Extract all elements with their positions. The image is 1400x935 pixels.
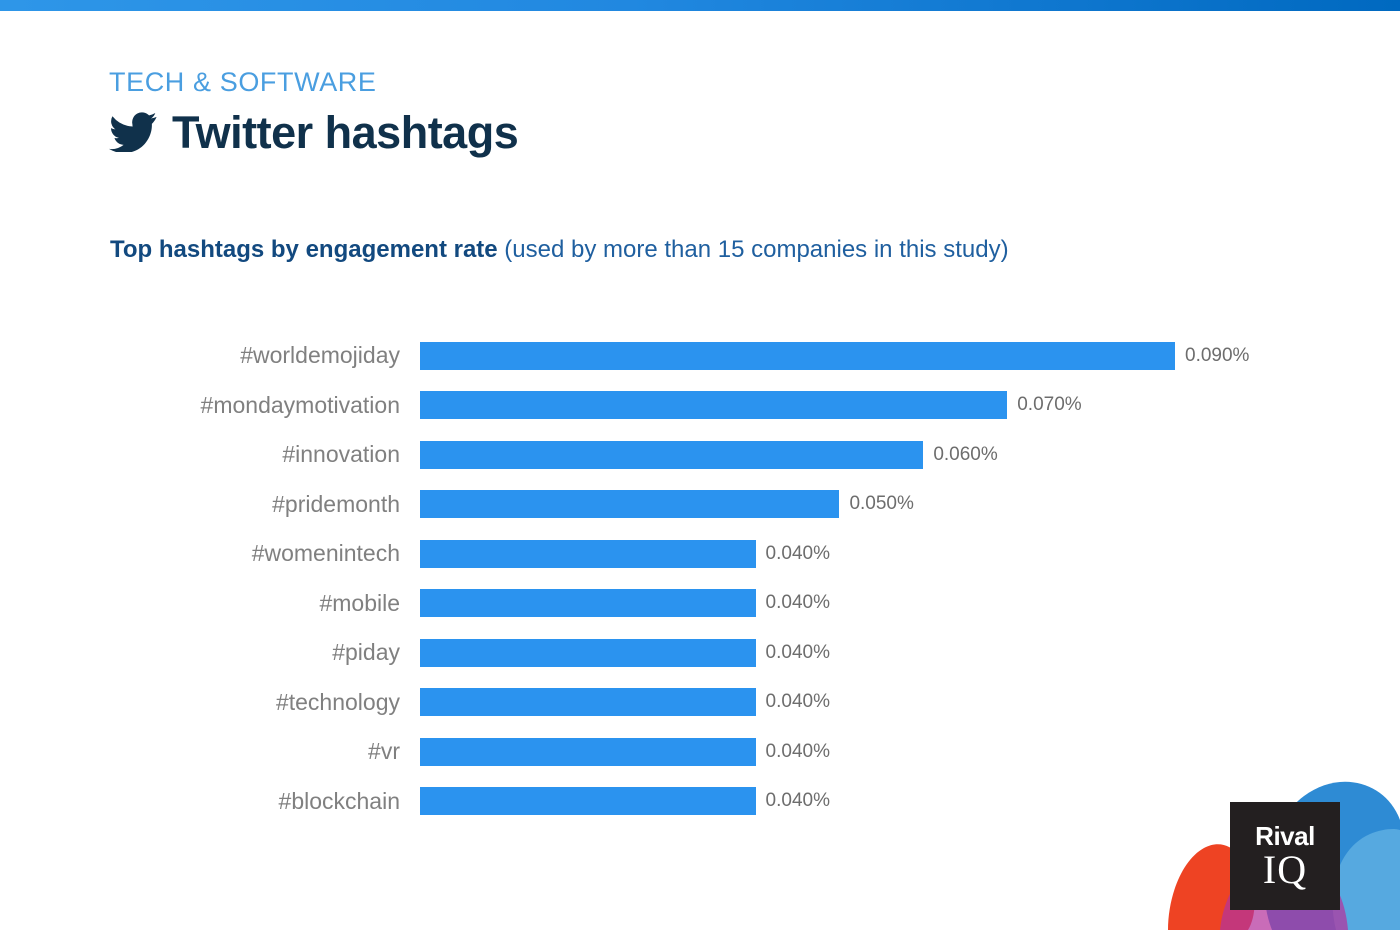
top-accent-bar (0, 0, 1400, 11)
bar-value-label: 0.040% (765, 641, 830, 663)
bar (420, 341, 1175, 370)
bar-value-label: 0.060% (933, 443, 998, 465)
bar (420, 391, 1008, 420)
bar-value-label: 0.040% (765, 691, 830, 713)
bar-row: #innovation 0.060% (0, 430, 1400, 480)
bar-value-label: 0.040% (765, 740, 830, 762)
bar-track: 0.040% (420, 539, 1400, 568)
bar-track: 0.040% (420, 638, 1400, 667)
category-eyebrow: TECH & SOFTWARE (109, 67, 377, 97)
logo-iq-text: IQ (1262, 846, 1308, 892)
bar-row: #mobile 0.040% (0, 579, 1400, 629)
bar-value-label: 0.040% (765, 790, 830, 812)
bar-track: 0.040% (420, 589, 1400, 618)
page-title: Twitter hashtags (172, 106, 519, 158)
bar-value-label: 0.050% (849, 493, 914, 515)
chart-subtitle-rest: (used by more than 15 companies in this … (497, 236, 1009, 263)
bar (420, 440, 924, 469)
bar (420, 688, 756, 717)
rival-iq-logo-artwork: Rival IQ (1160, 740, 1400, 930)
title-row: Twitter hashtags (109, 106, 519, 158)
bar-category-label: #womenintech (251, 540, 400, 567)
bar-category-label: #innovation (282, 441, 400, 468)
bar-category-label: #mondaymotivation (200, 391, 400, 418)
bar-row: #pridemonth 0.050% (0, 480, 1400, 530)
bar-value-label: 0.070% (1017, 394, 1082, 416)
bar-category-label: #blockchain (278, 787, 400, 814)
bar-track: 0.040% (420, 688, 1400, 717)
bar (420, 638, 756, 667)
bar-track: 0.090% (420, 341, 1400, 370)
logo-rival-text: Rival (1255, 820, 1315, 851)
bar (420, 787, 756, 816)
bar-category-label: #technology (275, 688, 400, 715)
twitter-bird-icon (109, 112, 157, 153)
bar-track: 0.060% (420, 440, 1400, 469)
bar-category-label: #worldemojiday (240, 342, 400, 369)
bar-value-label: 0.040% (765, 592, 830, 614)
chart-subtitle-strong: Top hashtags by engagement rate (110, 236, 498, 263)
bar-category-label: #mobile (319, 589, 400, 616)
bar (420, 539, 756, 568)
bar (420, 490, 840, 519)
chart-subtitle: Top hashtags by engagement rate (used by… (110, 236, 1009, 264)
bar-track: 0.070% (420, 391, 1400, 420)
bar-row: #mondaymotivation 0.070% (0, 381, 1400, 431)
bar (420, 589, 756, 618)
bar-track: 0.050% (420, 490, 1400, 519)
bar-category-label: #vr (368, 738, 400, 765)
bar-row: #piday 0.040% (0, 628, 1400, 678)
bar-row: #womenintech 0.040% (0, 529, 1400, 579)
bar-value-label: 0.090% (1185, 344, 1250, 366)
bar-value-label: 0.040% (765, 542, 830, 564)
bar (420, 737, 756, 766)
bar-category-label: #piday (332, 639, 400, 666)
bar-category-label: #pridemonth (272, 490, 400, 517)
page-header: TECH & SOFTWARE Twitter hashtags (109, 67, 519, 158)
bar-row: #worldemojiday 0.090% (0, 331, 1400, 381)
rival-iq-logo-box: Rival IQ (1230, 802, 1340, 910)
bar-row: #technology 0.040% (0, 678, 1400, 728)
